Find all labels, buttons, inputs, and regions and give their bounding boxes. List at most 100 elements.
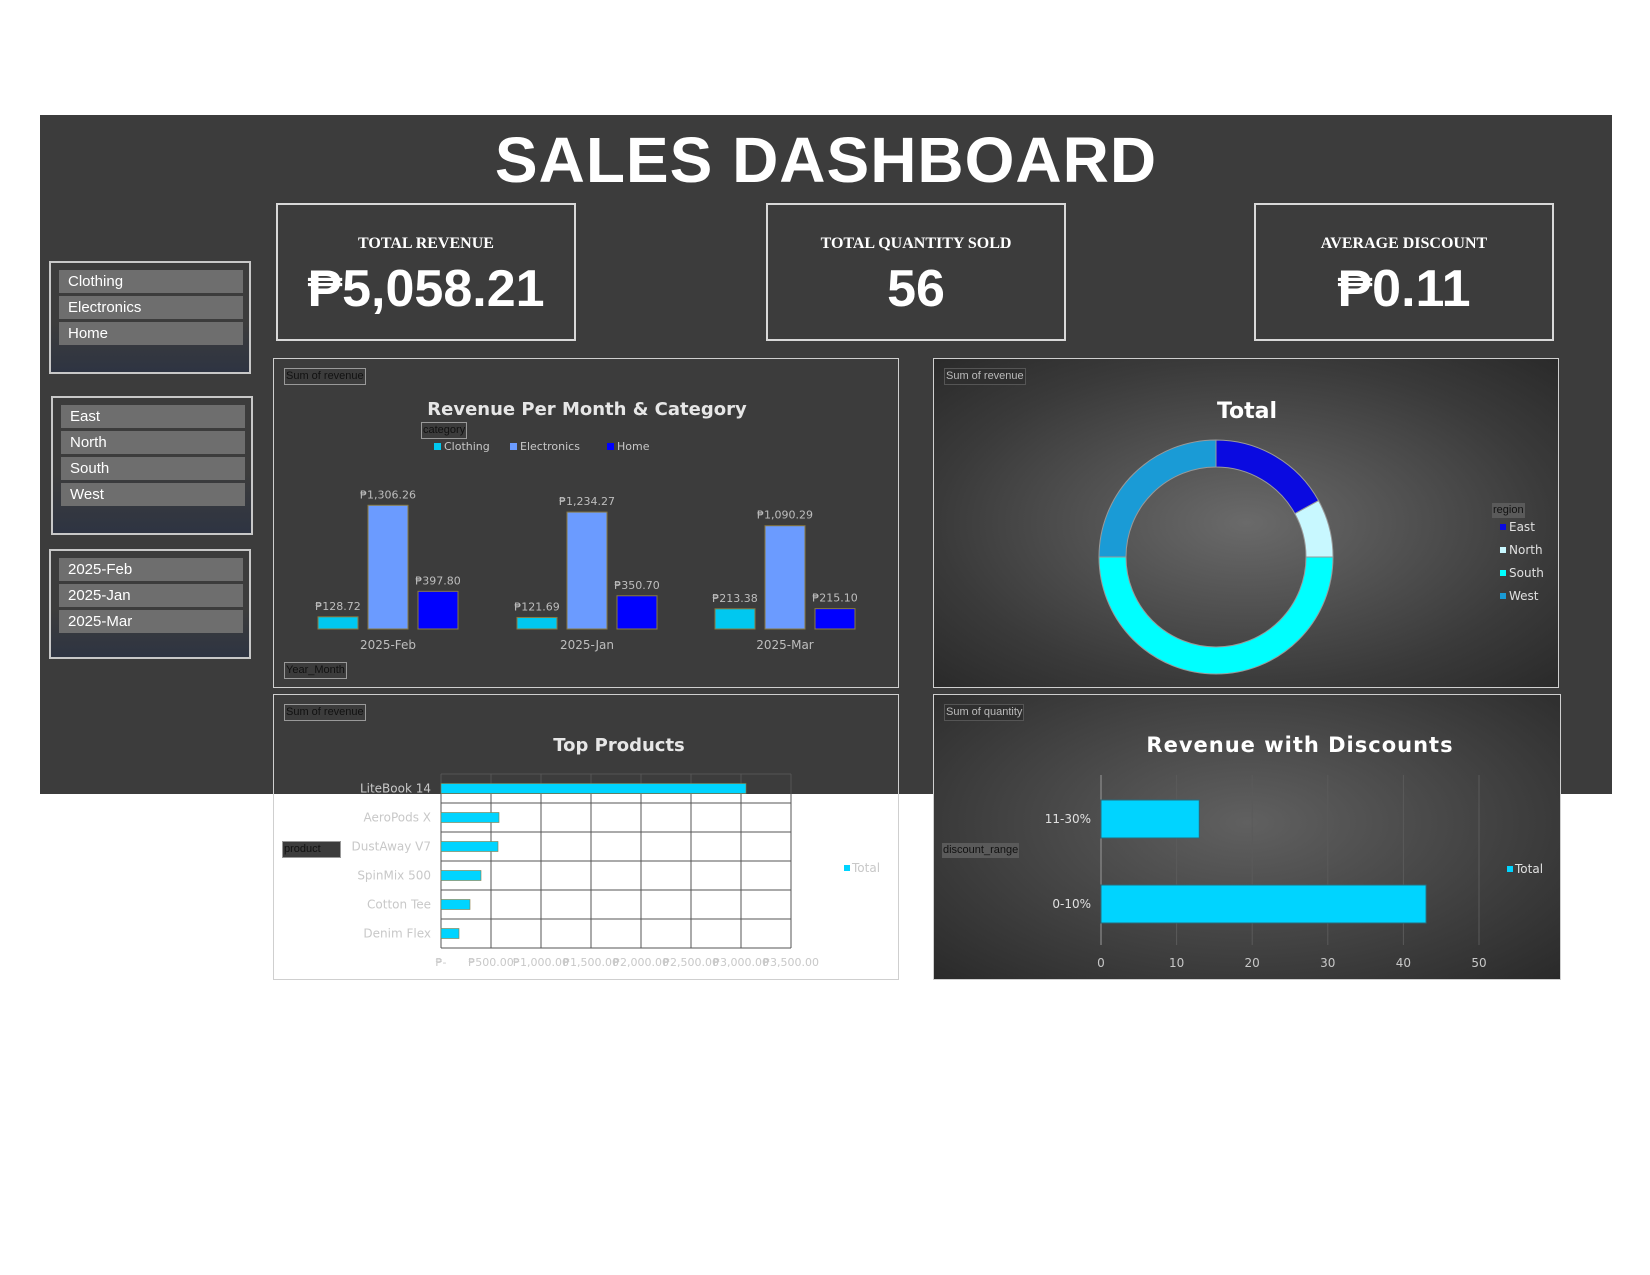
slicer-item-2025-feb[interactable]: 2025-Feb	[59, 558, 243, 581]
bar	[367, 504, 409, 630]
region-slicer: East North South West	[51, 396, 253, 535]
bar	[440, 841, 499, 852]
x-tick-label: 40	[1396, 956, 1411, 970]
region-donut-svg: Total East North South West	[1098, 399, 1544, 675]
top-products-svg: Top Products₱- ₱500.00 ₱1,000.00₱1,500.00₱…	[352, 735, 880, 969]
kpi-label: TOTAL QUANTITY SOLD	[820, 235, 1012, 252]
field-button-values[interactable]: Sum of revenue	[284, 368, 366, 385]
legend-swatch	[1500, 570, 1506, 576]
legend-swatch	[1500, 547, 1506, 553]
slicer-item-2025-mar[interactable]: 2025-Mar	[59, 610, 243, 633]
field-button-axis[interactable]: product	[282, 841, 341, 858]
data-label: ₱213.38	[712, 592, 758, 605]
legend-swatch	[1500, 524, 1506, 530]
x-tick-label: ₱2,500.00	[663, 956, 719, 969]
bar	[440, 899, 471, 910]
bar	[714, 608, 756, 630]
legend-label: East	[1509, 520, 1535, 534]
chart-title: Revenue Per Month & Category	[427, 399, 747, 420]
x-tick-label: ₱500.00	[468, 956, 514, 969]
y-tick-label: SpinMix 500	[357, 869, 431, 883]
y-tick-label: AeroPods X	[364, 811, 431, 825]
x-tick-label: 2025-Mar	[756, 638, 814, 652]
discounts-chart: Revenue with Discounts 0 10 20 30 40 50 11-30% 0…	[933, 694, 1561, 980]
slicer-item-home[interactable]: Home	[59, 322, 243, 345]
y-tick-label: Denim Flex	[363, 927, 431, 941]
revenue-month-category-svg: Revenue Per Month & Category Clothing Elec…	[315, 399, 858, 652]
slicer-item-north[interactable]: North	[61, 431, 245, 454]
legend-swatch	[1507, 866, 1513, 872]
slicer-item-south[interactable]: South	[61, 457, 245, 480]
x-tick-label: 50	[1471, 956, 1486, 970]
x-tick-label: ₱3,500.00	[763, 956, 819, 969]
field-button-values[interactable]: Sum of quantity	[944, 704, 1025, 721]
slicer-item-2025-jan[interactable]: 2025-Jan	[59, 584, 243, 607]
slicer-item-east[interactable]: East	[61, 405, 245, 428]
field-button-values[interactable]: Sum of revenue	[944, 368, 1026, 385]
x-tick-label: 0	[1097, 956, 1105, 970]
data-label: ₱350.70	[614, 579, 660, 592]
x-tick-label: ₱-	[436, 956, 447, 969]
slicer-item-clothing[interactable]: Clothing	[59, 270, 243, 293]
legend-label: Electronics	[520, 440, 580, 453]
slicer-item-west[interactable]: West	[61, 483, 245, 506]
data-label: ₱1,090.29	[757, 509, 813, 522]
kpi-value: 56	[887, 260, 945, 318]
chart-title: Revenue with Discounts	[1146, 733, 1453, 757]
legend-swatch	[844, 865, 850, 871]
x-tick-label: 30	[1320, 956, 1335, 970]
y-tick-label: 0-10%	[1052, 897, 1091, 911]
data-label: ₱397.80	[415, 574, 461, 587]
y-tick-label: 11-30%	[1045, 812, 1091, 826]
data-label: ₱128.72	[315, 600, 361, 613]
data-label: ₱1,234.27	[559, 495, 615, 508]
field-button-axis[interactable]: discount_range	[942, 843, 1020, 858]
chart-title: Total	[1217, 399, 1277, 424]
kpi-total-quantity: TOTAL QUANTITY SOLD 56	[766, 203, 1066, 341]
bar	[440, 928, 460, 939]
y-tick-label: LiteBook 14	[360, 782, 431, 796]
field-button-legend[interactable]: category	[421, 422, 468, 439]
chart-title: Top Products	[553, 735, 685, 756]
dashboard-canvas: SALES DASHBOARD TOTAL REVENUE ₱5,058.21 …	[40, 115, 1612, 980]
bar	[440, 783, 747, 794]
field-button-values[interactable]: Sum of revenue	[284, 704, 366, 721]
x-tick-label: ₱1,000.00	[513, 956, 569, 969]
y-tick-label: DustAway V7	[352, 840, 431, 854]
bar	[764, 525, 806, 630]
kpi-average-discount: AVERAGE DISCOUNT ₱0.11	[1254, 203, 1554, 341]
legend-swatch	[1500, 593, 1506, 599]
x-tick-label: 10	[1169, 956, 1184, 970]
x-tick-label: ₱1,500.00	[563, 956, 619, 969]
bar	[440, 870, 482, 881]
legend-label: Total	[1514, 862, 1543, 876]
slicer-item-electronics[interactable]: Electronics	[59, 296, 243, 319]
x-tick-label: ₱2,000.00	[613, 956, 669, 969]
discounts-svg: Revenue with Discounts 0 10 20 30 40 50 11-30% 0…	[1045, 733, 1543, 970]
y-tick-label: Cotton Tee	[367, 898, 431, 912]
kpi-label: TOTAL REVENUE	[358, 235, 494, 252]
field-button-axis[interactable]: Year_Month	[284, 662, 347, 679]
bar	[616, 595, 658, 630]
month-slicer: 2025-Feb 2025-Jan 2025-Mar	[49, 549, 251, 659]
legend-label: Total	[851, 861, 880, 875]
x-tick-label: 20	[1245, 956, 1260, 970]
bar	[1100, 799, 1200, 839]
x-tick-label: 2025-Jan	[560, 638, 614, 652]
bar	[814, 608, 856, 630]
donut-slice	[1098, 556, 1334, 675]
region-donut-chart: Total East North South West Sum of revenue r…	[933, 358, 1559, 688]
top-products-chart: Top Products ₱- ₱500.00 ₱1,000.00 ₱1,500.00 ₱…	[273, 694, 899, 980]
legend-label: South	[1509, 566, 1544, 580]
x-tick-label: ₱3,000.00	[713, 956, 769, 969]
bar	[417, 590, 459, 630]
category-slicer: Clothing Electronics Home	[49, 261, 251, 374]
field-button-legend[interactable]: region	[1492, 503, 1525, 518]
kpi-total-revenue: TOTAL REVENUE ₱5,058.21	[276, 203, 576, 341]
donut-slice	[1215, 439, 1320, 515]
legend-swatch	[510, 443, 517, 450]
legend-swatch	[434, 443, 441, 450]
data-label: ₱121.69	[514, 600, 560, 613]
data-label: ₱215.10	[812, 592, 858, 605]
dashboard-title: SALES DASHBOARD	[494, 124, 1158, 196]
